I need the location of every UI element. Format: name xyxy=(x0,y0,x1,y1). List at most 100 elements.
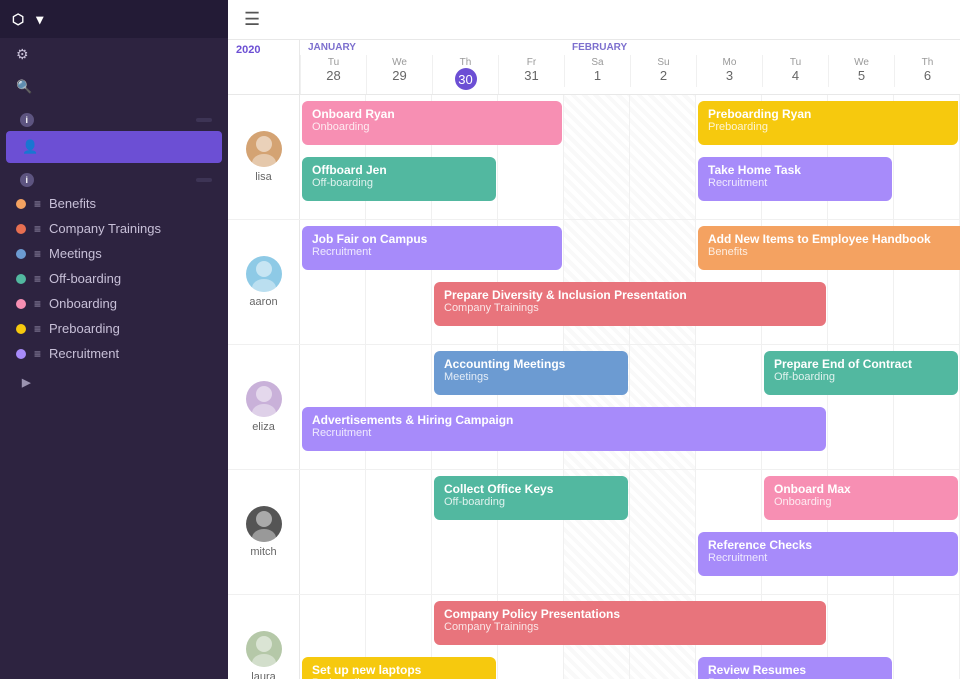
task-title: Company Policy Presentations xyxy=(444,607,816,621)
workspace-header[interactable]: ⬡ ▾ xyxy=(0,0,228,38)
calendar-header: 2020 JANUARY Tu 28 We 29 Th 30 Fr 31 FEB… xyxy=(228,40,960,95)
task-bar[interactable]: Reference Checks Recruitment xyxy=(698,532,958,576)
grid-col xyxy=(366,470,432,594)
month-days: Tu 28 We 29 Th 30 Fr 31 xyxy=(300,55,564,94)
archived-section[interactable]: ▶ xyxy=(0,366,228,399)
task-title: Take Home Task xyxy=(708,163,882,177)
months-header: JANUARY Tu 28 We 29 Th 30 Fr 31 FEBRUARY… xyxy=(300,40,960,94)
list-icon: ≡ xyxy=(34,297,41,311)
day-name: We xyxy=(367,57,432,68)
month-group: FEBRUARY Sa 1 Su 2 Mo 3 Tu 4 We 5 Th 6 F… xyxy=(564,40,960,94)
task-bar[interactable]: Review Resumes Recruitment xyxy=(698,657,892,679)
calendar: 2020 JANUARY Tu 28 We 29 Th 30 Fr 31 FEB… xyxy=(228,40,960,679)
task-bar[interactable]: Collect Office Keys Off-boarding xyxy=(434,476,628,520)
task-title: Set up new laptops xyxy=(312,663,486,677)
month-label: FEBRUARY xyxy=(564,40,960,55)
plan-dot xyxy=(16,224,26,234)
person-row: eliza Accounting Meetings Meetings Prepa… xyxy=(228,345,960,470)
grid-col xyxy=(630,95,696,219)
month-label: JANUARY xyxy=(300,40,564,55)
plan-item-meetings[interactable]: ≡ Meetings xyxy=(0,241,228,266)
task-bar[interactable]: Set up new laptops Preboarding xyxy=(302,657,496,679)
day-name: Tu xyxy=(301,57,366,68)
grid-col xyxy=(300,470,366,594)
task-bar[interactable]: Preboarding Ryan Preboarding xyxy=(698,101,958,145)
person-cell: lisa xyxy=(228,95,300,219)
day-name: Th xyxy=(895,57,960,68)
day-name: Su xyxy=(631,57,696,68)
person-row: lisa Onboard Ryan Onboarding Preboarding… xyxy=(228,95,960,220)
task-title: Collect Office Keys xyxy=(444,482,618,496)
day-col: Sa 1 xyxy=(564,55,630,87)
tasks-area: Accounting Meetings Meetings Prepare End… xyxy=(300,345,960,469)
task-bar[interactable]: Advertisements & Hiring Campaign Recruit… xyxy=(302,407,826,451)
person-name: laura xyxy=(251,671,275,679)
day-col: Mo 3 xyxy=(696,55,762,87)
task-bar[interactable]: Onboard Max Onboarding xyxy=(764,476,958,520)
day-num: 6 xyxy=(895,68,960,83)
tasks-area: Job Fair on Campus Recruitment Add New I… xyxy=(300,220,960,344)
search-item[interactable]: 🔍 xyxy=(0,71,228,103)
task-title: Reference Checks xyxy=(708,538,948,552)
menu-icon[interactable]: ☰ xyxy=(244,9,260,30)
team-item-hr[interactable]: 👤 xyxy=(6,131,222,163)
plan-item-benefits[interactable]: ≡ Benefits xyxy=(0,191,228,216)
avatar xyxy=(246,256,282,292)
task-plan: Recruitment xyxy=(312,427,816,439)
day-num: 31 xyxy=(499,68,564,83)
task-plan: Off-boarding xyxy=(312,177,486,189)
plan-item-off-boarding[interactable]: ≡ Off-boarding xyxy=(0,266,228,291)
task-bar[interactable]: Accounting Meetings Meetings xyxy=(434,351,628,395)
task-bar[interactable]: Offboard Jen Off-boarding xyxy=(302,157,496,201)
task-title: Advertisements & Hiring Campaign xyxy=(312,413,816,427)
day-col: We 29 xyxy=(366,55,432,94)
avatar xyxy=(246,381,282,417)
task-title: Prepare End of Contract xyxy=(774,357,948,371)
plan-dot xyxy=(16,324,26,334)
plan-name: Onboarding xyxy=(49,296,117,311)
main-content: ☰ 2020 JANUARY Tu 28 We 29 Th 30 Fr 31 F… xyxy=(228,0,960,679)
task-plan: Onboarding xyxy=(312,121,552,133)
task-bar[interactable]: Take Home Task Recruitment xyxy=(698,157,892,201)
plan-item-onboarding[interactable]: ≡ Onboarding xyxy=(0,291,228,316)
task-title: Offboard Jen xyxy=(312,163,486,177)
plan-item-company-trainings[interactable]: ≡ Company Trainings xyxy=(0,216,228,241)
persons-container: lisa Onboard Ryan Onboarding Preboarding… xyxy=(228,95,960,679)
task-plan: Recruitment xyxy=(708,552,948,564)
day-col: Th 30 xyxy=(432,55,498,94)
task-title: Preboarding Ryan xyxy=(708,107,948,121)
day-col: Fr 31 xyxy=(498,55,564,94)
plan-name: Meetings xyxy=(49,246,102,261)
task-bar[interactable]: Prepare Diversity & Inclusion Presentati… xyxy=(434,282,826,326)
teams-section-header: i xyxy=(0,103,228,131)
chevron-right-icon: ▶ xyxy=(22,376,31,389)
task-plan: Off-boarding xyxy=(774,371,948,383)
settings-item[interactable]: ⚙ xyxy=(0,38,228,71)
person-row: aaron Job Fair on Campus Recruitment Add… xyxy=(228,220,960,345)
person-name: lisa xyxy=(255,171,272,183)
day-num: 30 xyxy=(455,68,477,90)
tasks-area: Collect Office Keys Off-boarding Onboard… xyxy=(300,470,960,594)
day-name: Th xyxy=(433,57,498,68)
plan-item-preboarding[interactable]: ≡ Preboarding xyxy=(0,316,228,341)
month-group: JANUARY Tu 28 We 29 Th 30 Fr 31 xyxy=(300,40,564,94)
task-bar[interactable]: Prepare End of Contract Off-boarding xyxy=(764,351,958,395)
day-num: 4 xyxy=(763,68,828,83)
task-bar[interactable]: Onboard Ryan Onboarding xyxy=(302,101,562,145)
plan-item-recruitment[interactable]: ≡ Recruitment xyxy=(0,341,228,366)
task-bar[interactable]: Add New Items to Employee Handbook Benef… xyxy=(698,226,960,270)
task-bar[interactable]: Company Policy Presentations Company Tra… xyxy=(434,601,826,645)
new-plan-button[interactable] xyxy=(196,178,212,182)
plan-dot xyxy=(16,274,26,284)
task-title: Job Fair on Campus xyxy=(312,232,552,246)
plan-name: Recruitment xyxy=(49,346,119,361)
grid-col xyxy=(894,595,960,679)
person-cell: mitch xyxy=(228,470,300,594)
new-team-button[interactable] xyxy=(196,118,212,122)
teams-info-icon[interactable]: i xyxy=(20,113,34,127)
plans-info-icon[interactable]: i xyxy=(20,173,34,187)
settings-icon: ⚙ xyxy=(16,46,29,63)
task-plan: Meetings xyxy=(444,371,618,383)
plan-dot xyxy=(16,199,26,209)
task-bar[interactable]: Job Fair on Campus Recruitment xyxy=(302,226,562,270)
